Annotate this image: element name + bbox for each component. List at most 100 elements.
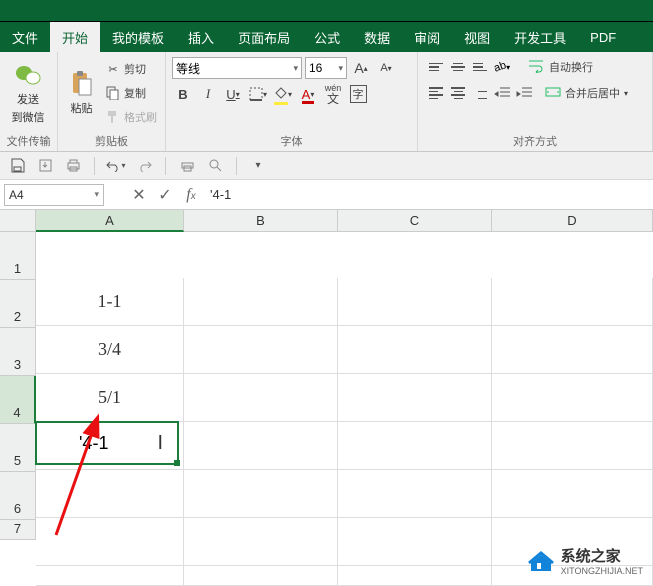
column-header-C[interactable]: C (338, 210, 492, 232)
cell-C6[interactable] (338, 518, 492, 566)
font-color-button[interactable]: A▾ (297, 83, 319, 105)
cell-D7[interactable] (492, 566, 653, 586)
tab-view[interactable]: 视图 (452, 22, 502, 52)
cell-A3[interactable]: 5/1 (36, 374, 184, 422)
align-right-button[interactable] (470, 83, 490, 103)
column-header-D[interactable]: D (492, 210, 653, 232)
cell-editor[interactable]: '4-1 I (35, 421, 179, 465)
column-header-B[interactable]: B (184, 210, 338, 232)
cell-D6[interactable] (492, 518, 653, 566)
row-header-5[interactable]: 5 (0, 424, 36, 472)
cell-B6[interactable] (184, 518, 338, 566)
tab-insert[interactable]: 插入 (176, 22, 226, 52)
cell-B4[interactable] (184, 422, 338, 470)
qat-more-button[interactable]: ▾ (247, 155, 269, 177)
export-button[interactable] (34, 155, 56, 177)
bold-button[interactable]: B (172, 83, 194, 105)
increase-font-button[interactable]: A▴ (350, 57, 372, 79)
cell-A2[interactable]: 3/4 (36, 326, 184, 374)
clipboard-icon (68, 70, 96, 98)
cell-D5[interactable] (492, 470, 653, 518)
underline-button[interactable]: U▾ (222, 83, 244, 105)
fill-color-button[interactable]: ▾ (272, 83, 294, 105)
increase-indent-button[interactable] (514, 83, 534, 103)
cell-D4[interactable] (492, 422, 653, 470)
paintbrush-icon (105, 109, 121, 125)
row-header-2[interactable]: 2 (0, 280, 36, 328)
paste-button[interactable]: 粘贴 (62, 55, 101, 131)
tab-pagelayout[interactable]: 页面布局 (226, 22, 302, 52)
cell-A6[interactable] (36, 518, 184, 566)
cell-C1[interactable] (338, 278, 492, 326)
align-center-button[interactable] (448, 83, 468, 103)
cell-C2[interactable] (338, 326, 492, 374)
align-bottom-button[interactable] (470, 57, 490, 77)
cell-C7[interactable] (338, 566, 492, 586)
tab-pdf[interactable]: PDF (578, 22, 628, 52)
formula-input[interactable]: '4-1 (204, 187, 653, 202)
tab-formulas[interactable]: 公式 (302, 22, 352, 52)
cell-B5[interactable] (184, 470, 338, 518)
tab-file[interactable]: 文件 (0, 22, 50, 52)
italic-button[interactable]: I (197, 83, 219, 105)
decrease-font-button[interactable]: A▾ (375, 57, 397, 79)
ribbon: 发送 到微信 文件传输 粘贴 ✂ 剪切 (0, 52, 653, 152)
phonetic-button[interactable]: wén文 (322, 83, 344, 105)
format-painter-button[interactable]: 格式刷 (101, 106, 161, 129)
border-button[interactable]: ▾ (247, 83, 269, 105)
cell-D1[interactable] (492, 278, 653, 326)
select-all-corner[interactable] (0, 210, 36, 232)
undo-button[interactable]: ▾ (105, 155, 127, 177)
tab-templates[interactable]: 我的模板 (100, 22, 176, 52)
cell-C3[interactable] (338, 374, 492, 422)
merge-center-button[interactable]: 合并后居中▾ (542, 83, 631, 103)
scissors-icon: ✂ (105, 61, 121, 77)
align-left-button[interactable] (426, 83, 446, 103)
spreadsheet: 1234567 ABCD 1-13/45/1 '4-1 I (0, 210, 653, 586)
send-wechat-label-2: 到微信 (12, 109, 45, 125)
wrap-text-button[interactable]: 自动换行 (526, 57, 596, 77)
row-header-1[interactable]: 1 (0, 232, 36, 280)
cell-B1[interactable] (184, 278, 338, 326)
cancel-formula-button[interactable]: ✕ (126, 182, 152, 208)
cell-A5[interactable] (36, 470, 184, 518)
copy-button[interactable]: 复制 (101, 82, 161, 105)
tab-home[interactable]: 开始 (50, 22, 100, 52)
align-middle-button[interactable] (448, 57, 468, 77)
font-name-select[interactable]: 等线▾ (172, 57, 302, 79)
bucket-icon (274, 87, 288, 102)
cell-A1[interactable]: 1-1 (36, 278, 184, 326)
font-size-select[interactable]: 16▾ (305, 57, 347, 79)
insert-function-button[interactable]: fx (178, 182, 204, 208)
align-top-button[interactable] (426, 57, 446, 77)
cell-C5[interactable] (338, 470, 492, 518)
qat-zoom-button[interactable] (204, 155, 226, 177)
qat-print-preview-button[interactable] (176, 155, 198, 177)
send-to-wechat-button[interactable]: 发送 到微信 (4, 55, 52, 131)
tab-review[interactable]: 审阅 (402, 22, 452, 52)
cell-B7[interactable] (184, 566, 338, 586)
row-header-3[interactable]: 3 (0, 328, 36, 376)
tab-dev[interactable]: 开发工具 (502, 22, 578, 52)
row-header-7[interactable]: 7 (0, 520, 36, 540)
copy-icon (105, 85, 121, 101)
redo-button[interactable] (133, 155, 155, 177)
cell-D3[interactable] (492, 374, 653, 422)
save-button[interactable] (6, 155, 28, 177)
row-header-4[interactable]: 4 (0, 376, 36, 424)
tab-data[interactable]: 数据 (352, 22, 402, 52)
cell-C4[interactable] (338, 422, 492, 470)
enter-formula-button[interactable]: ✓ (152, 182, 178, 208)
cell-A7[interactable] (36, 566, 184, 586)
cell-B2[interactable] (184, 326, 338, 374)
print-button[interactable] (62, 155, 84, 177)
char-border-button[interactable]: 字 (347, 83, 369, 105)
cell-B3[interactable] (184, 374, 338, 422)
cell-D2[interactable] (492, 326, 653, 374)
orientation-button[interactable]: ab▾ (492, 57, 512, 77)
column-header-A[interactable]: A (36, 210, 184, 232)
decrease-indent-button[interactable] (492, 83, 512, 103)
cut-button[interactable]: ✂ 剪切 (101, 58, 161, 81)
row-header-6[interactable]: 6 (0, 472, 36, 520)
name-box[interactable]: A4 ▾ (4, 184, 104, 206)
